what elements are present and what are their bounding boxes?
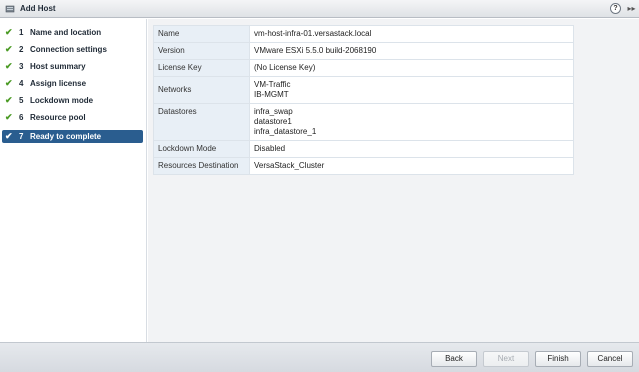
step-number: 5 xyxy=(19,96,24,105)
step-label: Lockdown mode xyxy=(30,96,94,105)
datastore-name: infra_datastore_1 xyxy=(254,127,317,136)
wizard-step-connection-settings[interactable]: ✔ 2 Connection settings xyxy=(2,43,143,56)
network-name: IB-MGMT xyxy=(254,90,289,99)
summary-table: Name vm-host-infra-01.versastack.local V… xyxy=(153,25,574,175)
summary-key: Networks xyxy=(153,76,250,104)
step-number: 6 xyxy=(19,113,24,122)
summary-key: Datastores xyxy=(153,103,250,141)
datastore-name: infra_swap xyxy=(254,107,293,116)
wizard-step-ready-to-complete[interactable]: ✔ 7 Ready to complete xyxy=(2,130,143,143)
summary-value: (No License Key) xyxy=(249,59,574,77)
step-number: 3 xyxy=(19,62,24,71)
summary-value: vm-host-infra-01.versastack.local xyxy=(249,25,574,43)
wizard-content-panel: Name vm-host-infra-01.versastack.local V… xyxy=(148,19,639,342)
wizard-step-assign-license[interactable]: ✔ 4 Assign license xyxy=(2,77,143,90)
step-number: 1 xyxy=(19,28,24,37)
table-row: Networks VM-Traffic IB-MGMT xyxy=(153,76,574,104)
wizard-step-lockdown-mode[interactable]: ✔ 5 Lockdown mode xyxy=(2,94,143,107)
step-label: Name and location xyxy=(30,28,102,37)
summary-key: Lockdown Mode xyxy=(153,140,250,158)
summary-value: Disabled xyxy=(249,140,574,158)
wizard-step-resource-pool[interactable]: ✔ 6 Resource pool xyxy=(2,111,143,124)
back-button[interactable]: Back xyxy=(431,351,477,367)
table-row: License Key (No License Key) xyxy=(153,59,574,77)
checkmark-icon: ✔ xyxy=(5,78,13,88)
dialog-title: Add Host xyxy=(20,4,56,13)
step-label: Connection settings xyxy=(30,45,107,54)
table-row: Version VMware ESXi 5.5.0 build-2068190 xyxy=(153,42,574,60)
table-row: Resources Destination VersaStack_Cluster xyxy=(153,157,574,175)
expand-icon[interactable]: ▸▸ xyxy=(626,3,637,14)
next-button[interactable]: Next xyxy=(483,351,529,367)
finish-button[interactable]: Finish xyxy=(535,351,581,367)
summary-key: Version xyxy=(153,42,250,60)
checkmark-icon: ✔ xyxy=(5,61,13,71)
wizard-steps-sidebar: ✔ 1 Name and location ✔ 2 Connection set… xyxy=(0,19,147,342)
summary-value: VersaStack_Cluster xyxy=(249,157,574,175)
summary-value: infra_swap datastore1 infra_datastore_1 xyxy=(249,103,574,141)
add-host-icon xyxy=(5,5,15,13)
checkmark-icon: ✔ xyxy=(5,95,13,105)
cancel-button[interactable]: Cancel xyxy=(587,351,633,367)
summary-key: License Key xyxy=(153,59,250,77)
step-number: 2 xyxy=(19,45,24,54)
checkmark-icon: ✔ xyxy=(5,131,13,141)
step-label: Host summary xyxy=(30,62,86,71)
step-label: Resource pool xyxy=(30,113,86,122)
checkmark-icon: ✔ xyxy=(5,44,13,54)
step-number: 4 xyxy=(19,79,24,88)
network-name: VM-Traffic xyxy=(254,80,291,89)
dialog-footer: Back Next Finish Cancel xyxy=(0,342,639,372)
summary-key: Name xyxy=(153,25,250,43)
table-row: Datastores infra_swap datastore1 infra_d… xyxy=(153,103,574,141)
table-row: Name vm-host-infra-01.versastack.local xyxy=(153,25,574,43)
checkmark-icon: ✔ xyxy=(5,112,13,122)
datastore-name: datastore1 xyxy=(254,117,292,126)
step-label: Ready to complete xyxy=(30,132,102,141)
table-row: Lockdown Mode Disabled xyxy=(153,140,574,158)
summary-value: VMware ESXi 5.5.0 build-2068190 xyxy=(249,42,574,60)
step-number: 7 xyxy=(19,132,24,141)
summary-value: VM-Traffic IB-MGMT xyxy=(249,76,574,104)
wizard-step-host-summary[interactable]: ✔ 3 Host summary xyxy=(2,60,143,73)
summary-key: Resources Destination xyxy=(153,157,250,175)
help-icon[interactable]: ? xyxy=(610,3,621,14)
dialog-titlebar: Add Host ? ▸▸ xyxy=(0,0,639,18)
wizard-step-name-and-location[interactable]: ✔ 1 Name and location xyxy=(2,26,143,39)
checkmark-icon: ✔ xyxy=(5,27,13,37)
step-label: Assign license xyxy=(30,79,87,88)
